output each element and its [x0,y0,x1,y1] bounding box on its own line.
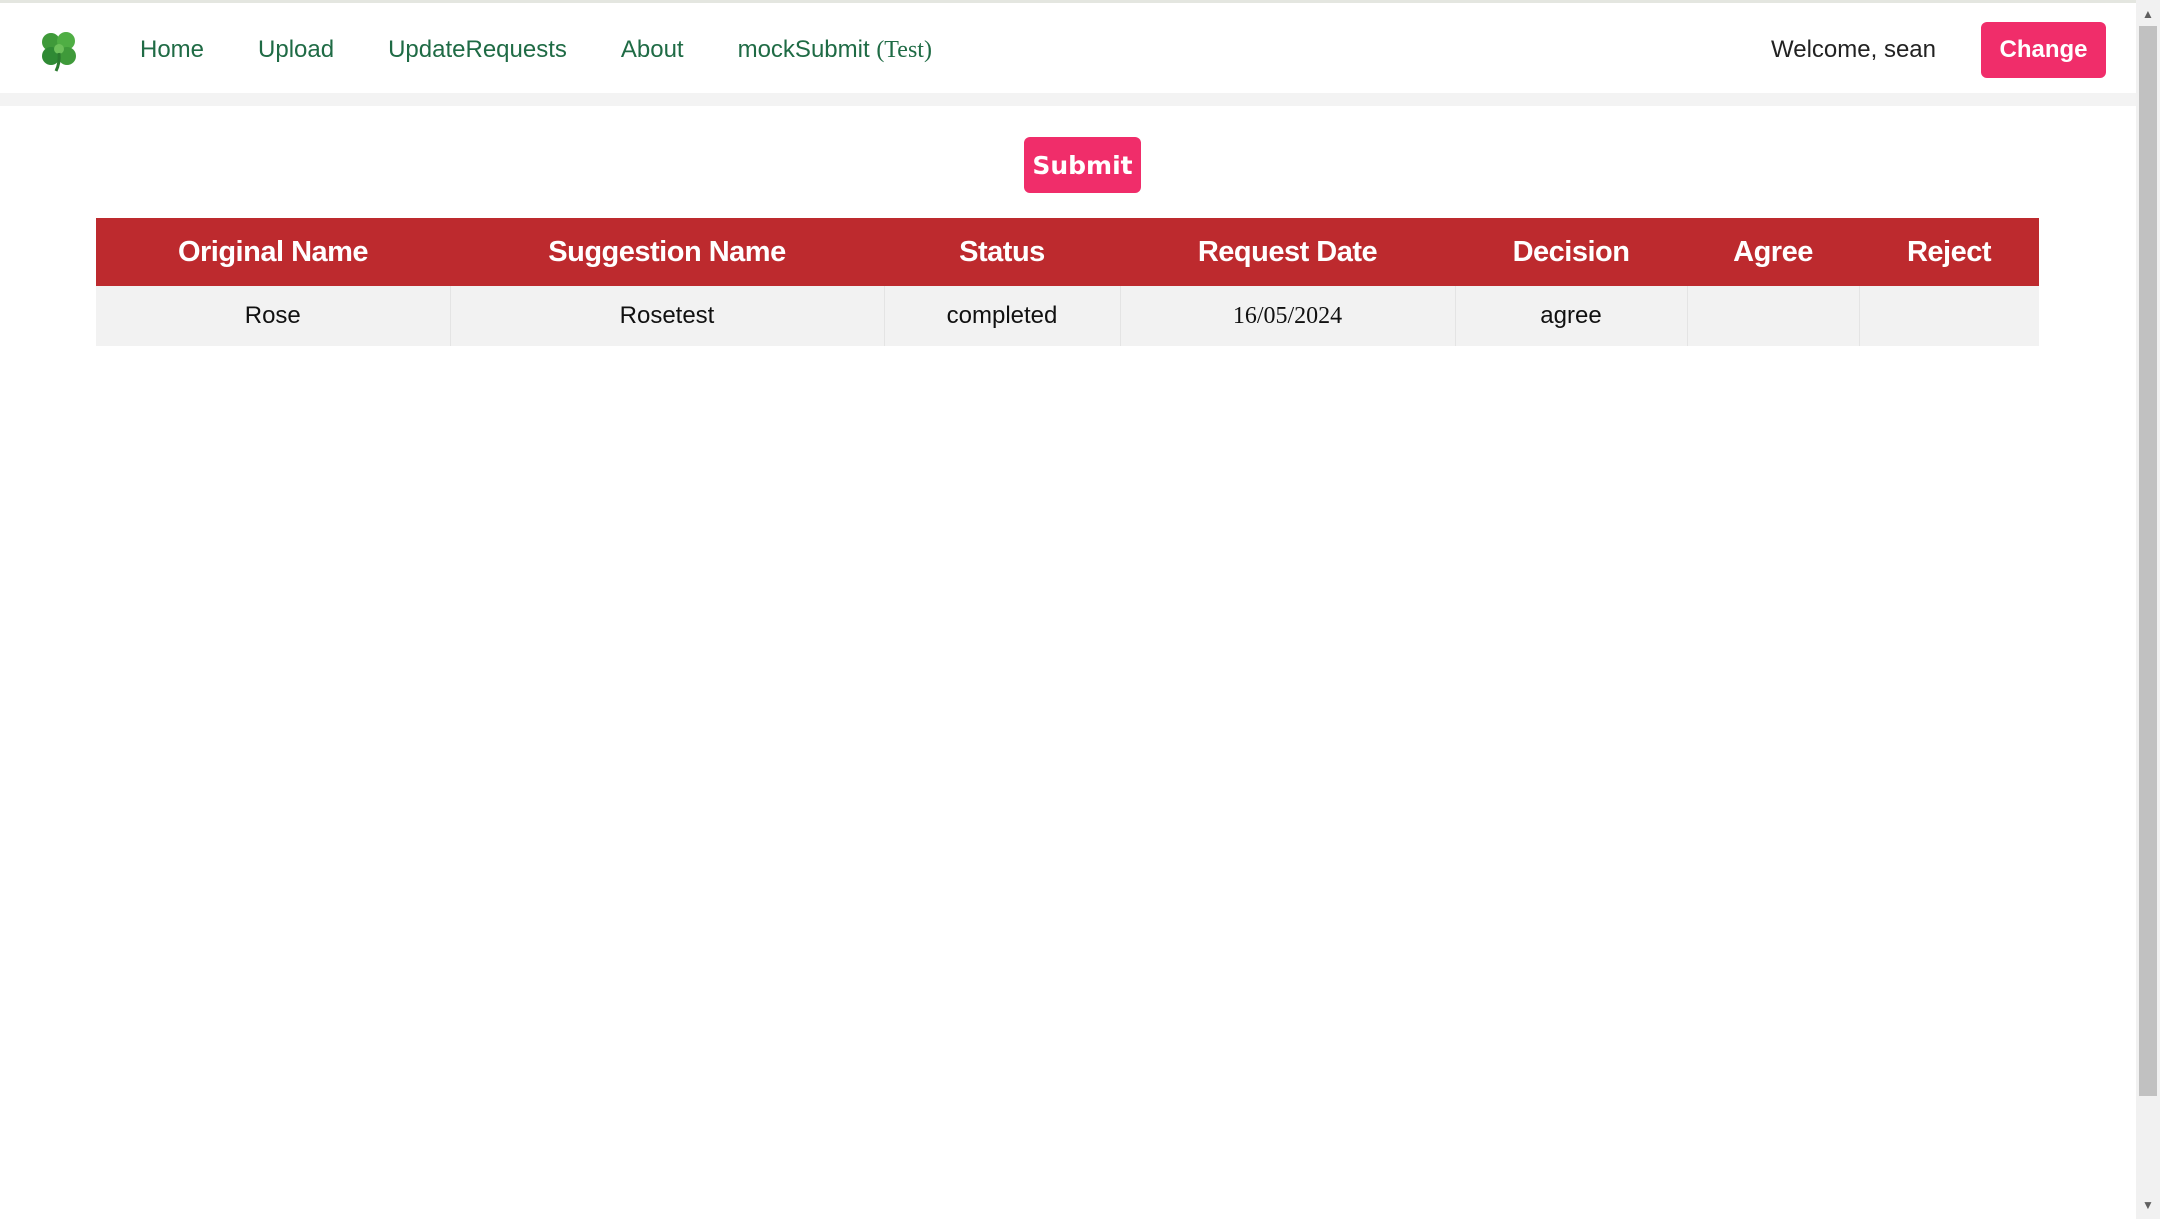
nav-update-requests-link[interactable]: UpdateRequests [388,36,567,64]
nav-about-link[interactable]: About [621,36,684,64]
header-request-date: Request Date [1120,218,1455,286]
vertical-scrollbar[interactable]: ▲ ▼ [2136,0,2160,1219]
scroll-up-arrow-icon[interactable]: ▲ [2136,4,2160,24]
cell-request-date: 16/05/2024 [1119,286,1455,346]
cell-decision: agree [1454,286,1687,346]
table-row: Rose Rosetest completed 16/05/2024 agree [96,286,2039,346]
scrollbar-thumb[interactable] [2139,26,2157,1096]
cell-reject[interactable] [1858,286,2039,346]
cell-original-name: Rose [96,286,450,346]
mock-submit-suffix: (Test) [876,36,932,63]
welcome-text: Welcome, sean [1771,36,1936,63]
cell-suggestion-name: Rosetest [449,286,884,346]
header-reject: Reject [1859,218,2039,286]
navbar-divider [0,93,2136,106]
nav-links: Home Upload UpdateRequests About mockSub… [140,3,986,96]
clover-icon[interactable] [36,27,82,73]
nav-mock-submit-link[interactable]: mockSubmit (Test) [738,36,932,64]
header-original-name: Original Name [96,218,450,286]
header-suggestion-name: Suggestion Name [450,218,884,286]
mock-submit-label: mockSubmit [737,35,870,63]
cell-agree[interactable] [1686,286,1859,346]
navbar: Home Upload UpdateRequests About mockSub… [0,0,2136,93]
nav-home-link[interactable]: Home [140,36,204,64]
header-status: Status [884,218,1120,286]
table-header-row: Original Name Suggestion Name Status Req… [96,218,2039,286]
scroll-down-arrow-icon[interactable]: ▼ [2136,1195,2160,1215]
submit-button[interactable]: Submit [1024,137,1141,193]
page: Home Upload UpdateRequests About mockSub… [0,0,2160,1219]
cell-status: completed [883,286,1120,346]
change-button[interactable]: Change [1981,22,2106,78]
header-agree: Agree [1687,218,1859,286]
header-decision: Decision [1455,218,1687,286]
nav-upload-link[interactable]: Upload [258,36,334,64]
update-requests-table: Original Name Suggestion Name Status Req… [96,218,2039,346]
